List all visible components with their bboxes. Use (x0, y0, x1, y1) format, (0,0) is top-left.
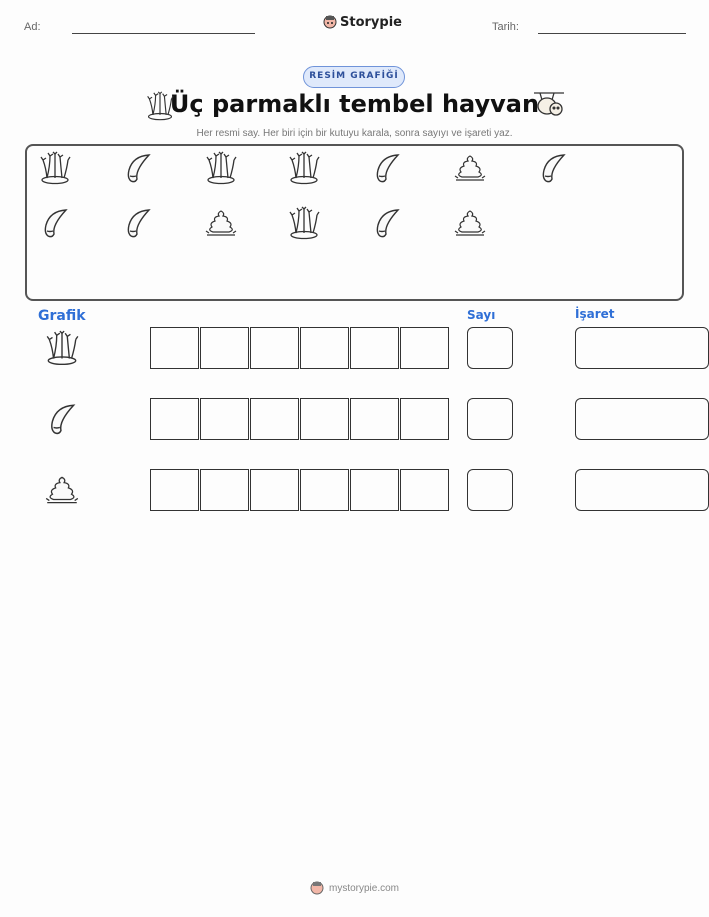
brand-name: Storypie (340, 14, 402, 30)
graph-cell[interactable] (400, 469, 449, 511)
dung-icon (204, 205, 238, 241)
name-label: Ad: (24, 21, 41, 33)
graph-cell[interactable] (250, 327, 299, 369)
claw-icon (121, 205, 155, 241)
graph-cell[interactable] (150, 327, 199, 369)
storypie-mascot-icon (310, 881, 324, 895)
graph-row (150, 327, 450, 369)
coral-icon (44, 329, 80, 367)
title-text: Üç parmaklı tembel hayvan (169, 90, 540, 118)
section-badge: RESİM GRAFİĞİ (303, 66, 405, 88)
coral-icon (204, 150, 238, 186)
footer-url: mystorypie.com (328, 882, 399, 894)
graph-cell[interactable] (150, 469, 199, 511)
column-graph-heading: Grafik (38, 308, 86, 324)
graph-row (150, 398, 450, 440)
count-box[interactable] (467, 469, 513, 511)
count-box[interactable] (467, 327, 513, 369)
graph-cell[interactable] (250, 398, 299, 440)
claw-icon (44, 400, 80, 438)
graph-cell[interactable] (350, 327, 399, 369)
date-line[interactable] (538, 33, 686, 34)
tally-box[interactable] (575, 327, 709, 369)
graph-cell[interactable] (300, 398, 349, 440)
sloth-icon (534, 92, 564, 116)
dung-icon (44, 471, 80, 509)
graph-row (150, 469, 450, 511)
coral-icon (147, 91, 174, 121)
instructions: Her resmi say. Her biri için bir kutuyu … (196, 128, 513, 139)
graph-cell[interactable] (400, 398, 449, 440)
graph-cell[interactable] (400, 327, 449, 369)
dung-icon (453, 150, 487, 186)
coral-icon (38, 150, 72, 186)
date-label: Tarih: (492, 21, 519, 33)
column-tally-heading: İşaret (575, 307, 615, 321)
claw-icon (370, 150, 404, 186)
graph-cell[interactable] (200, 469, 249, 511)
graph-cell[interactable] (350, 398, 399, 440)
coral-icon (287, 150, 321, 186)
brand-logo: Storypie (323, 14, 402, 30)
name-line[interactable] (72, 33, 255, 34)
graph-cell[interactable] (150, 398, 199, 440)
tally-box[interactable] (575, 398, 709, 440)
dung-icon (453, 205, 487, 241)
graph-cell[interactable] (200, 398, 249, 440)
graph-cell[interactable] (350, 469, 399, 511)
claw-icon (536, 150, 570, 186)
claw-icon (38, 205, 72, 241)
graph-cell[interactable] (300, 469, 349, 511)
graph-cell[interactable] (250, 469, 299, 511)
claw-icon (370, 205, 404, 241)
footer: mystorypie.com (0, 880, 709, 896)
count-box[interactable] (467, 398, 513, 440)
column-count-heading: Sayı (467, 308, 496, 322)
page-title: Üç parmaklı tembel hayvan (0, 90, 709, 118)
coral-icon (287, 205, 321, 241)
graph-cell[interactable] (200, 327, 249, 369)
claw-icon (121, 150, 155, 186)
storypie-mascot-icon (323, 15, 337, 29)
graph-cell[interactable] (300, 327, 349, 369)
tally-box[interactable] (575, 469, 709, 511)
